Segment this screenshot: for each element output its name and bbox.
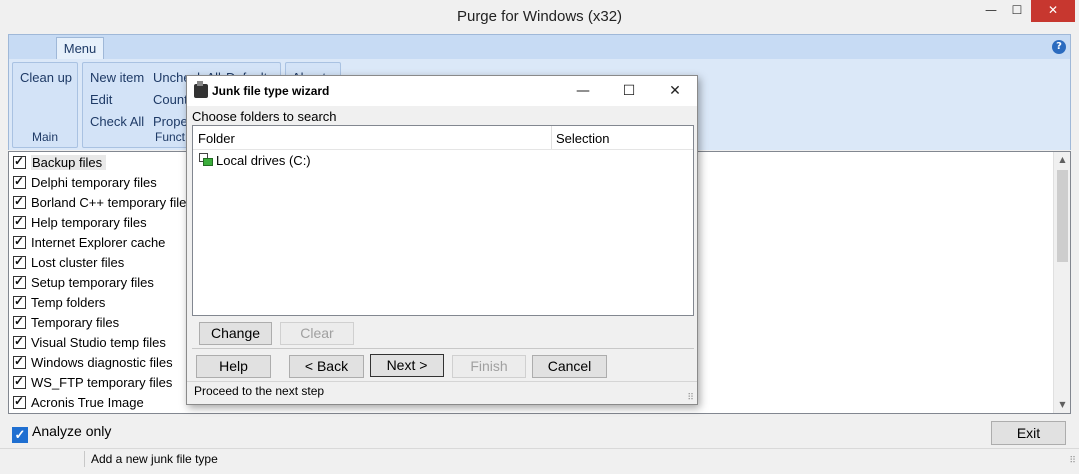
- list-item-label: Temporary files: [31, 315, 120, 330]
- dialog-maximize-button[interactable]: ☐: [614, 80, 644, 102]
- list-item[interactable]: Setup temporary files: [13, 274, 154, 295]
- folder-row-label: Local drives (C:): [216, 153, 311, 168]
- new-item-button[interactable]: New item: [90, 70, 144, 85]
- dialog-status-bar: Proceed to the next step ⠿: [187, 381, 697, 405]
- dialog-title: Junk file type wizard: [212, 84, 330, 98]
- status-bar: Add a new junk file type ⠿: [0, 448, 1079, 468]
- cancel-button[interactable]: Cancel: [532, 355, 607, 378]
- scroll-thumb[interactable]: [1057, 170, 1068, 262]
- help-button[interactable]: Help: [196, 355, 271, 378]
- title-bar: Purge for Windows (x32) — ☐ ✕: [0, 0, 1079, 34]
- edit-button[interactable]: Edit: [90, 92, 112, 107]
- scroll-down-icon[interactable]: ▼: [1054, 397, 1071, 413]
- list-item[interactable]: Backup files: [13, 154, 107, 175]
- list-item-label: Borland C++ temporary file: [31, 195, 187, 210]
- status-panel: [8, 451, 85, 467]
- close-button[interactable]: ✕: [1031, 0, 1075, 22]
- dialog-minimize-button[interactable]: —: [568, 80, 598, 102]
- column-folder[interactable]: Folder: [198, 131, 235, 146]
- list-item[interactable]: Internet Explorer cache: [13, 234, 166, 255]
- properties-button[interactable]: Prope: [153, 114, 188, 129]
- folder-row[interactable]: Local drives (C:): [199, 153, 311, 168]
- list-item-label: Windows diagnostic files: [31, 355, 173, 370]
- list-item[interactable]: WS_FTP temporary files: [13, 374, 173, 395]
- list-item[interactable]: Lost cluster files: [13, 254, 125, 275]
- item-checkbox[interactable]: [13, 254, 26, 269]
- list-item-label: Help temporary files: [31, 215, 147, 230]
- dialog-status-text: Proceed to the next step: [194, 384, 325, 398]
- ribbon-tab-bar: Menu ?: [9, 35, 1070, 60]
- wizard-icon: [194, 81, 208, 98]
- scroll-up-icon[interactable]: ▲: [1054, 152, 1071, 168]
- minimize-button[interactable]: —: [978, 0, 1004, 22]
- item-checkbox[interactable]: [13, 234, 26, 249]
- list-item-label: Backup files: [31, 155, 107, 170]
- item-checkbox[interactable]: [13, 154, 26, 169]
- checkmark-icon: ✓: [12, 427, 28, 443]
- list-item-label: Lost cluster files: [31, 255, 125, 270]
- item-checkbox[interactable]: [13, 194, 26, 209]
- list-item-label: WS_FTP temporary files: [31, 375, 173, 390]
- window-title: Purge for Windows (x32): [456, 8, 623, 25]
- column-selection[interactable]: Selection: [556, 131, 609, 146]
- folder-list[interactable]: Folder Selection Local drives (C:): [192, 125, 694, 316]
- item-checkbox[interactable]: [13, 174, 26, 189]
- list-item[interactable]: Delphi temporary files: [13, 174, 157, 195]
- dialog-title-bar: Junk file type wizard — ☐ ✕: [187, 76, 697, 106]
- group-label-main: Main: [31, 130, 58, 144]
- list-item[interactable]: Windows diagnostic files: [13, 354, 173, 375]
- exit-button[interactable]: Exit: [991, 421, 1066, 445]
- dialog-separator: [192, 348, 694, 349]
- item-checkbox[interactable]: [13, 334, 26, 349]
- next-button[interactable]: Next >: [370, 354, 444, 377]
- list-item[interactable]: Help temporary files: [13, 214, 147, 235]
- dialog-close-button[interactable]: ✕: [660, 80, 690, 102]
- analyze-only-checkbox[interactable]: ✓ Analyze only: [12, 423, 111, 443]
- tab-menu[interactable]: Menu: [56, 37, 104, 60]
- list-item-label: Delphi temporary files: [31, 175, 157, 190]
- ribbon-group-main: Clean up Main: [12, 62, 78, 148]
- finish-button[interactable]: Finish: [452, 355, 526, 378]
- dialog-resize-grip-icon[interactable]: ⠿: [687, 393, 694, 403]
- item-checkbox[interactable]: [13, 214, 26, 229]
- list-item-label: Setup temporary files: [31, 275, 154, 290]
- list-item[interactable]: Acronis True Image: [13, 394, 144, 415]
- list-item[interactable]: Borland C++ temporary file: [13, 194, 187, 215]
- item-checkbox[interactable]: [13, 294, 26, 309]
- item-checkbox[interactable]: [13, 374, 26, 389]
- check-all-button[interactable]: Check All: [90, 114, 144, 129]
- clear-button[interactable]: Clear: [280, 322, 354, 345]
- resize-grip-icon[interactable]: ⠿: [1069, 456, 1076, 466]
- item-checkbox[interactable]: [13, 314, 26, 329]
- change-button[interactable]: Change: [199, 322, 272, 345]
- column-divider[interactable]: [551, 126, 552, 149]
- drive-icon: [199, 153, 213, 167]
- help-icon[interactable]: ?: [1052, 40, 1066, 54]
- vertical-scrollbar[interactable]: ▲ ▼: [1053, 152, 1070, 413]
- maximize-button[interactable]: ☐: [1004, 0, 1030, 22]
- list-item[interactable]: Temporary files: [13, 314, 120, 335]
- back-button[interactable]: < Back: [289, 355, 364, 378]
- cleanup-button[interactable]: Clean up: [20, 70, 72, 85]
- folder-list-header: Folder Selection: [193, 126, 693, 150]
- item-checkbox[interactable]: [13, 394, 26, 409]
- analyze-only-label: Analyze only: [32, 423, 112, 439]
- list-item[interactable]: Temp folders: [13, 294, 106, 315]
- list-item[interactable]: Visual Studio temp files: [13, 334, 166, 355]
- dialog-subtitle: Choose folders to search: [192, 109, 337, 124]
- list-item-label: Acronis True Image: [31, 395, 144, 410]
- count-button[interactable]: Count: [153, 92, 188, 107]
- list-item-label: Temp folders: [31, 295, 106, 310]
- status-text: Add a new junk file type: [91, 452, 218, 466]
- item-checkbox[interactable]: [13, 274, 26, 289]
- list-item-label: Internet Explorer cache: [31, 235, 166, 250]
- junk-file-wizard-dialog: Junk file type wizard — ☐ ✕ Choose folde…: [186, 75, 698, 405]
- item-checkbox[interactable]: [13, 354, 26, 369]
- list-item-label: Visual Studio temp files: [31, 335, 166, 350]
